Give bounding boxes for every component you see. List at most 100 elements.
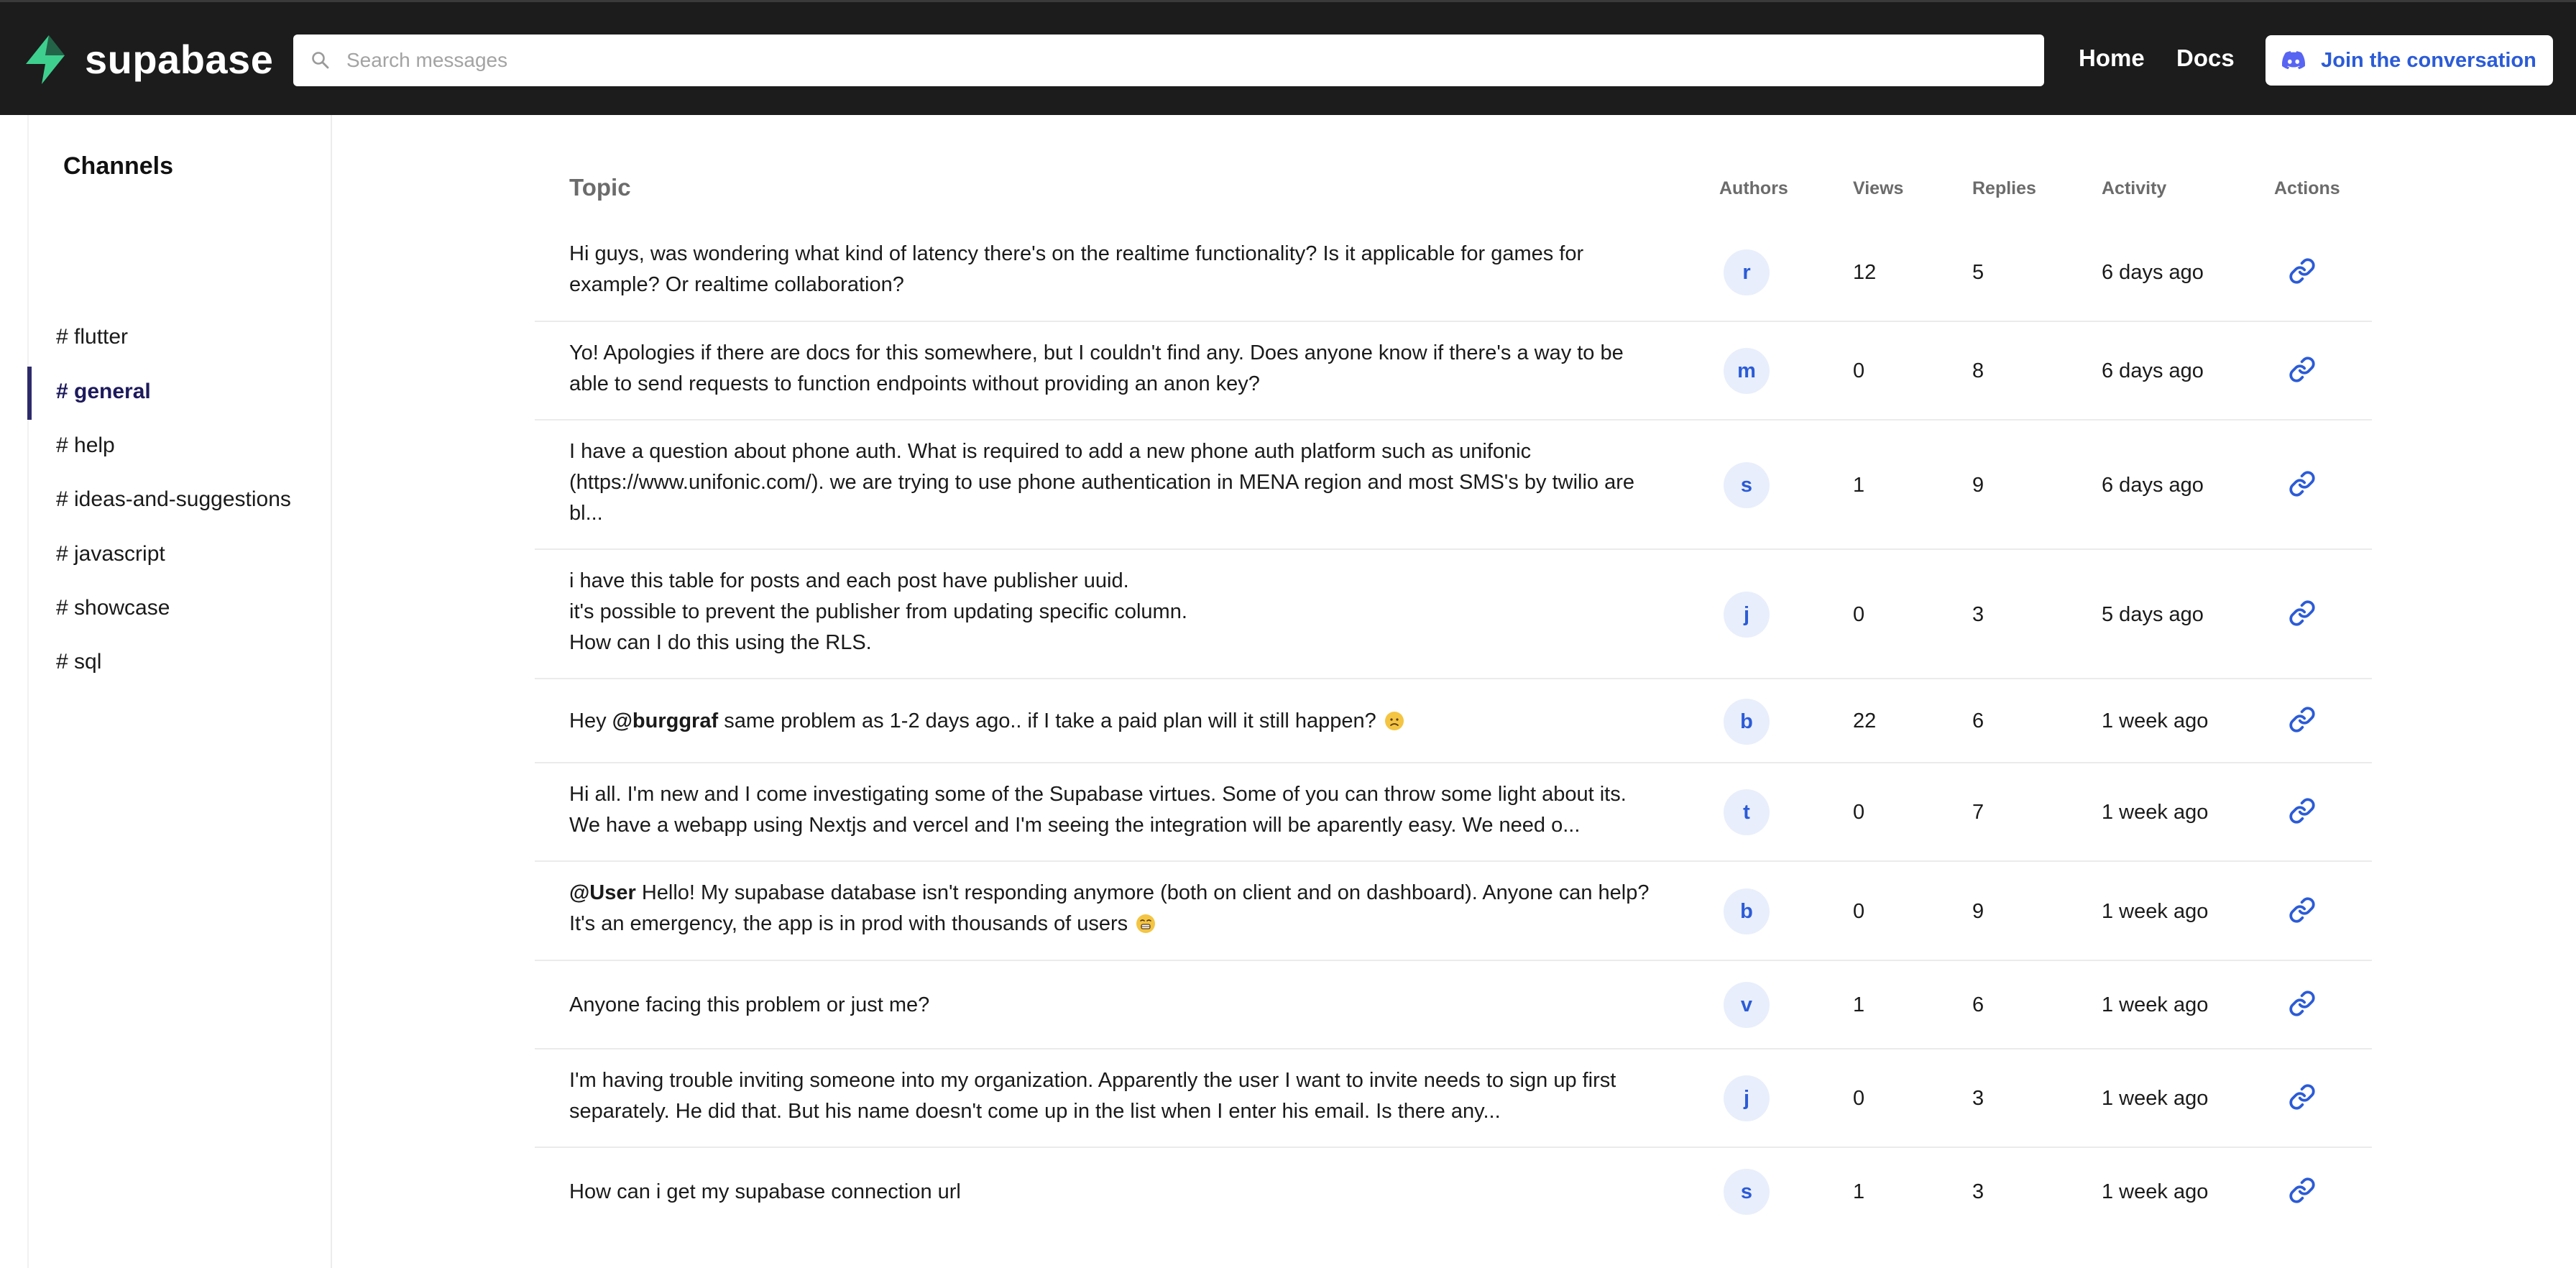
views-count: 0 [1853,900,1865,923]
replies-count: 5 [1972,261,1984,284]
channel-label: # showcase [56,596,170,620]
topic-line: Hi all. I'm new and I come investigating… [569,783,1627,806]
topic-text: Anyone facing this problem or just me? [569,990,1690,1021]
views-count: 0 [1853,603,1865,626]
activity-time: 5 days ago [2102,603,2204,626]
replies-count: 9 [1972,900,1984,923]
replies-count: 3 [1972,1180,1984,1203]
activity-time: 1 week ago [2102,1087,2209,1110]
topic-suffix: same problem as 1-2 days ago.. if I take… [718,709,1376,732]
table-row[interactable]: @User Hello! My supabase database isn't … [535,862,2372,961]
search-box[interactable] [293,35,2044,86]
logo-text: supabase [85,37,274,82]
supabase-bolt-icon [26,35,65,84]
avatar: b [1724,699,1770,745]
replies-count: 8 [1972,359,1984,382]
join-conversation-button[interactable]: Join the conversation [2266,35,2553,86]
topic-line: @User Hello! My supabase database isn't … [569,878,1690,909]
channel-item-help[interactable]: # help [29,421,331,474]
activity-time: 1 week ago [2102,993,2209,1016]
user-mention[interactable]: @User [569,881,636,904]
views-count: 12 [1853,261,1877,284]
activity-time: 6 days ago [2102,474,2204,497]
topic-line: separately. He did that. But his name do… [569,1100,1501,1123]
link-icon[interactable] [2288,896,2316,924]
table-row[interactable]: Hi guys, was wondering what kind of late… [535,223,2372,322]
link-icon[interactable] [2288,1083,2316,1111]
topic-line: able to send requests to function endpoi… [569,372,1260,395]
activity-time: 1 week ago [2102,900,2209,923]
channel-item-javascript[interactable]: # javascript [29,529,331,582]
table-row[interactable]: I have a question about phone auth. What… [535,421,2372,550]
avatar: b [1724,888,1770,934]
channel-label: # javascript [56,542,165,566]
views-count: 1 [1853,993,1865,1016]
topic-line: Yo! Apologies if there are docs for this… [569,341,1624,364]
grimacing-face-icon [1136,914,1156,933]
topic-line: Hey @burggraf same problem as 1-2 days a… [569,706,1690,737]
channel-label: # sql [56,650,102,674]
table-row[interactable]: Hi all. I'm new and I come investigating… [535,763,2372,862]
link-icon[interactable] [2288,706,2316,733]
search-input[interactable] [346,35,2014,86]
topic-line: We have a webapp using Nextjs and vercel… [569,814,1581,837]
replies-count: 3 [1972,1087,1984,1110]
table-row[interactable]: How can i get my supabase connection url… [535,1148,2372,1236]
link-icon[interactable] [2288,356,2316,383]
link-icon[interactable] [2288,470,2316,497]
home-link[interactable]: Home [2079,42,2145,74]
topic-text: I'm having trouble inviting someone into… [569,1065,1690,1127]
topic-line: (https://www.unifonic.com/). we are tryi… [569,471,1635,494]
supabase-logo[interactable]: supabase [22,34,273,86]
link-icon[interactable] [2288,990,2316,1017]
activity-time: 6 days ago [2102,261,2204,284]
replies-count: 9 [1972,474,1984,497]
docs-link[interactable]: Docs [2176,42,2235,74]
views-count: 0 [1853,359,1865,382]
views-count: 1 [1853,474,1865,497]
channel-item-showcase[interactable]: # showcase [29,583,331,636]
link-icon[interactable] [2288,257,2316,285]
channel-item-ideas-and-suggestions[interactable]: # ideas-and-suggestions [29,474,331,528]
channel-item-flutter[interactable]: # flutter [29,312,331,365]
views-count: 0 [1853,1087,1865,1110]
channel-label: # general [56,380,151,403]
replies-count: 7 [1972,801,1984,824]
avatar: j [1724,592,1770,638]
sidebar-title: Channels [63,152,174,180]
topic-line: Anyone facing this problem or just me? [569,993,930,1016]
topic-line: example? Or realtime collaboration? [569,273,904,296]
activity-time: 6 days ago [2102,359,2204,382]
topic-text: I have a question about phone auth. What… [569,436,1690,529]
avatar: s [1724,1169,1770,1215]
channel-item-general[interactable]: # general [27,367,331,420]
topic-line-rest: Hello! My supabase database isn't respon… [635,881,1650,904]
avatar: j [1724,1075,1770,1121]
topic-text: i have this table for posts and each pos… [569,566,1690,658]
topic-text: How can i get my supabase connection url [569,1177,1690,1208]
discord-icon [2282,51,2306,70]
table-header: Topic Authors Views Replies Activity Act… [535,115,2372,223]
avatar: m [1724,348,1770,394]
link-icon[interactable] [2288,797,2316,824]
table-row[interactable]: i have this table for posts and each pos… [535,550,2372,679]
link-icon[interactable] [2288,599,2316,627]
channels-sidebar: Channels # flutter # general # help # id… [27,115,332,1268]
channel-label: # help [56,433,115,457]
topic-line: bl... [569,502,603,525]
table-row[interactable]: Yo! Apologies if there are docs for this… [535,322,2372,421]
link-icon[interactable] [2288,1177,2316,1204]
replies-count: 6 [1972,993,1984,1016]
user-mention[interactable]: @burggraf [612,709,719,732]
table-row[interactable]: Hey @burggraf same problem as 1-2 days a… [535,679,2372,763]
table-row[interactable]: Anyone facing this problem or just me? v… [535,961,2372,1049]
avatar: s [1724,462,1770,508]
join-button-label: Join the conversation [2321,48,2536,72]
activity-time: 1 week ago [2102,1180,2209,1203]
activity-time: 1 week ago [2102,801,2209,824]
channel-label: # ideas-and-suggestions [56,487,291,511]
table-row[interactable]: I'm having trouble inviting someone into… [535,1049,2372,1148]
topic-line: I have a question about phone auth. What… [569,440,1532,463]
channel-item-sql[interactable]: # sql [29,637,331,690]
avatar: r [1724,249,1770,295]
